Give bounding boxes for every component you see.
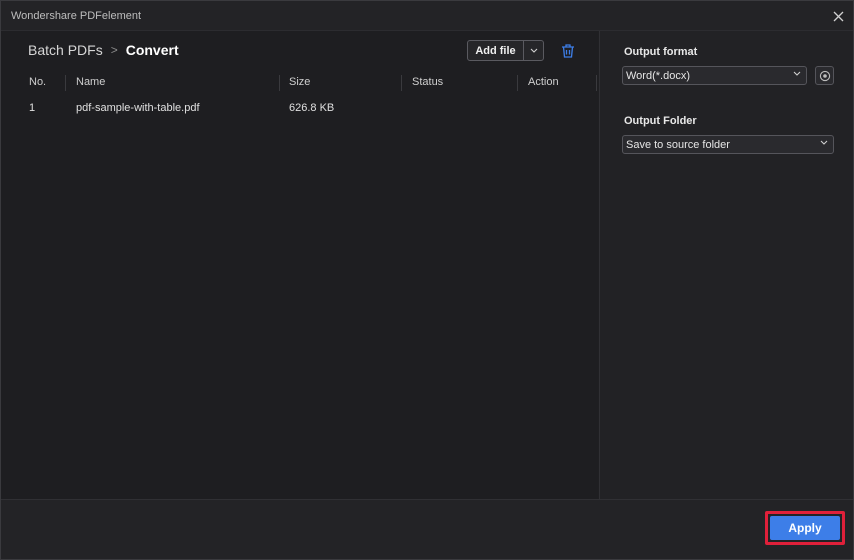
output-folder-label: Output Folder [624,115,697,127]
add-file-dropdown-button[interactable] [524,41,543,60]
output-folder-value: Save to source folder [626,138,730,151]
cell-name: pdf-sample-with-table.pdf [76,102,200,114]
column-header-no: No. [29,76,47,88]
column-header-action: Action [528,76,559,88]
close-icon [833,11,843,21]
format-settings-button[interactable] [815,66,834,85]
window-title: Wondershare PDFelement [11,10,142,22]
file-list-pane: Batch PDFs > Convert Add file No. Name S… [1,31,598,499]
title-bar: Wondershare PDFelement [1,1,853,31]
close-button[interactable] [829,7,847,25]
settings-icon [819,70,830,81]
add-file-button[interactable]: Add file [468,41,524,60]
apply-highlight: Apply [765,511,845,545]
cell-no: 1 [29,102,36,114]
column-divider [517,75,518,91]
column-header-name: Name [76,76,106,88]
settings-pane: Output format Word(*.docx) Output Folder… [599,31,853,499]
column-divider [401,75,402,91]
breadcrumb-separator: > [110,43,118,57]
breadcrumb-current: Convert [125,42,179,58]
chevron-down-icon [530,48,537,53]
output-format-value: Word(*.docx) [626,69,690,82]
column-header-status: Status [412,76,444,88]
breadcrumb-root[interactable]: Batch PDFs [28,42,103,58]
breadcrumb: Batch PDFs > Convert [28,41,179,59]
trash-icon [562,44,574,58]
apply-button[interactable]: Apply [770,516,840,540]
column-divider [65,75,66,91]
footer-bar: Apply [1,499,853,559]
chevron-down-icon [793,71,801,76]
chevron-down-icon [820,140,828,145]
add-file-split-button: Add file [467,40,544,61]
delete-button[interactable] [560,43,576,59]
cell-size: 626.8 KB [289,102,335,114]
output-folder-select[interactable]: Save to source folder [622,135,834,154]
table-header: No. Name Size Status Action [28,75,598,91]
batch-convert-window: Wondershare PDFelement Batch PDFs > Conv… [0,0,854,560]
output-format-select[interactable]: Word(*.docx) [622,66,807,85]
table-row[interactable]: 1 pdf-sample-with-table.pdf 626.8 KB [28,101,598,117]
column-divider [279,75,280,91]
column-divider [596,75,597,91]
column-header-size: Size [289,76,311,88]
output-format-label: Output format [624,46,698,58]
